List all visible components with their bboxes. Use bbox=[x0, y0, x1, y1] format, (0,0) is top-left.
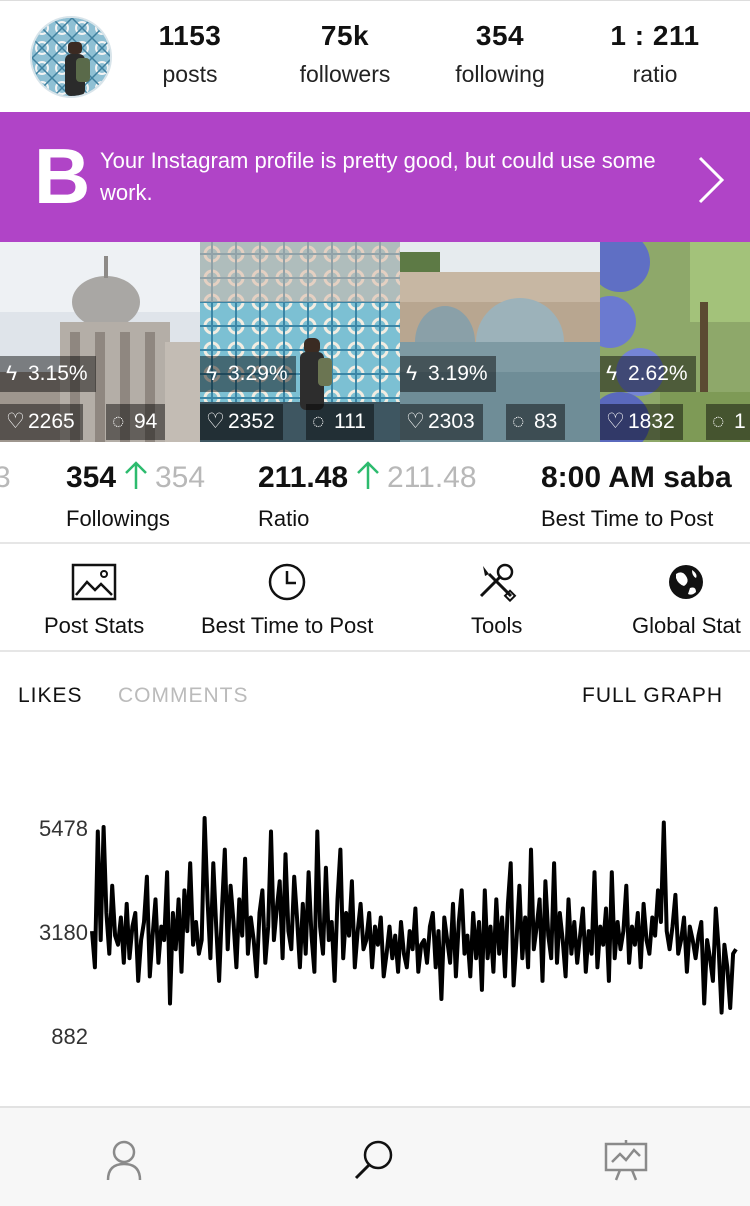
metric-label: Followings bbox=[66, 506, 170, 531]
metric-previous: 354 bbox=[154, 461, 206, 494]
post-stats-button[interactable]: Post Stats bbox=[44, 562, 144, 640]
bolt-icon: ϟ bbox=[6, 362, 18, 385]
tools-button[interactable]: Tools bbox=[471, 562, 522, 640]
likes-badge: ♡ 1832 bbox=[600, 404, 683, 440]
following-count: 354 bbox=[475, 20, 525, 51]
bolt-icon: ϟ bbox=[406, 362, 418, 385]
ratio-value: 1 : 211 bbox=[610, 20, 700, 51]
tab-comments[interactable]: COMMENTS bbox=[118, 678, 249, 714]
followers-count: 75k bbox=[320, 20, 370, 51]
best-time-to-post-button[interactable]: Best Time to Post bbox=[201, 562, 373, 640]
likes-count: 1832 bbox=[628, 410, 675, 433]
metric-followings[interactable]: 354 354 Followings bbox=[66, 460, 205, 533]
arrow-up-icon bbox=[356, 461, 379, 489]
heart-icon: ♡ bbox=[606, 410, 625, 433]
comments-count: 94 bbox=[134, 410, 158, 433]
likes-count: 2352 bbox=[228, 410, 275, 433]
likes-badge: ♡ 2303 bbox=[400, 404, 483, 440]
likes-badge: ♡ 2265 bbox=[0, 404, 83, 440]
comment-icon: ◌ bbox=[112, 410, 125, 433]
heart-icon: ♡ bbox=[406, 410, 425, 433]
globe-icon bbox=[669, 565, 704, 599]
heart-icon: ♡ bbox=[206, 410, 225, 433]
metric-previous: 211.48 bbox=[387, 461, 477, 494]
comments-badge: ◌ 94 bbox=[106, 404, 166, 440]
profile-grade-banner[interactable]: B Your Instagram profile is pretty good,… bbox=[0, 112, 750, 242]
bottom-navigation bbox=[0, 1106, 750, 1206]
heart-icon: ♡ bbox=[6, 410, 25, 433]
engagement-rate: 3.29% bbox=[228, 362, 288, 385]
tool-label: Global Stat bbox=[632, 613, 741, 638]
followers-stat: 75k followers bbox=[270, 19, 420, 89]
metric-label: Best Time to Post bbox=[541, 506, 714, 531]
following-stat: 354 following bbox=[425, 19, 575, 89]
graph-tabs: LIKES COMMENTS FULL GRAPH bbox=[0, 678, 750, 718]
wrench-screwdriver-icon bbox=[479, 563, 517, 602]
tools-row[interactable]: Post Stats Best Time to Post Tools Globa… bbox=[0, 544, 750, 652]
profile-icon[interactable] bbox=[102, 1138, 146, 1182]
metric-previous: 3 bbox=[0, 461, 11, 494]
engagement-rate: 2.62% bbox=[628, 362, 688, 385]
search-icon[interactable] bbox=[352, 1138, 396, 1182]
image-icon bbox=[71, 563, 117, 601]
post-thumbnail[interactable]: ϟ 2.62% ♡ 1832 ◌ 1 bbox=[600, 242, 750, 442]
presentation-chart-icon[interactable] bbox=[604, 1138, 648, 1182]
engagement-badge: ϟ 3.29% bbox=[200, 356, 296, 392]
metric-value: 354 bbox=[66, 461, 117, 494]
followers-label: followers bbox=[299, 61, 391, 87]
posts-stat: 1153 posts bbox=[115, 19, 265, 89]
full-graph-button[interactable]: FULL GRAPH bbox=[582, 678, 723, 714]
profile-header: 1153 posts 75k followers 354 following 1… bbox=[0, 0, 750, 112]
metric-ratio[interactable]: 211.48 211.48 Ratio bbox=[258, 460, 477, 533]
comments-badge: ◌ 111 bbox=[306, 404, 374, 440]
metric-label: Ratio bbox=[258, 506, 310, 531]
grade-message: Your Instagram profile is pretty good, b… bbox=[100, 148, 656, 205]
metric-value: 211.48 bbox=[258, 461, 349, 494]
clock-icon bbox=[268, 563, 306, 601]
likes-series-line bbox=[90, 816, 738, 1015]
following-label: following bbox=[455, 61, 545, 87]
tool-label: Tools bbox=[471, 613, 523, 638]
bolt-icon: ϟ bbox=[206, 362, 218, 385]
chevron-right-icon bbox=[698, 156, 725, 204]
post-thumbnail[interactable]: ϟ 3.15% ♡ 2265 ◌ 94 bbox=[0, 242, 200, 442]
likes-count: 2265 bbox=[28, 410, 75, 433]
ratio-label: ratio bbox=[632, 61, 678, 87]
comments-count: 1 bbox=[734, 410, 746, 433]
metric-best-time[interactable]: 8:00 AM saba Best Time to Post bbox=[541, 460, 732, 533]
profile-avatar[interactable] bbox=[30, 16, 112, 98]
comment-icon: ◌ bbox=[312, 410, 325, 433]
tool-label: Post Stats bbox=[44, 613, 145, 638]
comments-badge: ◌ 83 bbox=[506, 404, 566, 440]
likes-count: 2303 bbox=[428, 410, 475, 433]
post-thumbnail[interactable]: ϟ 3.29% ♡ 2352 ◌ 111 bbox=[200, 242, 400, 442]
metric-cutoff: 3 bbox=[0, 460, 11, 496]
post-thumbnail[interactable]: ϟ 3.19% ♡ 2303 ◌ 83 bbox=[400, 242, 600, 442]
comment-icon: ◌ bbox=[712, 410, 725, 433]
likes-graph[interactable]: 5478 3180 882 bbox=[0, 790, 750, 1090]
comment-icon: ◌ bbox=[512, 410, 525, 433]
engagement-badge: ϟ 2.62% bbox=[600, 356, 696, 392]
bolt-icon: ϟ bbox=[606, 362, 618, 385]
comments-count: 111 bbox=[334, 410, 366, 433]
likes-line-chart bbox=[90, 816, 738, 1015]
likes-badge: ♡ 2352 bbox=[200, 404, 283, 440]
tab-likes[interactable]: LIKES bbox=[18, 678, 83, 714]
engagement-rate: 3.19% bbox=[428, 362, 488, 385]
engagement-badge: ϟ 3.19% bbox=[400, 356, 496, 392]
tool-label: Best Time to Post bbox=[201, 613, 374, 638]
metric-value: 8:00 AM saba bbox=[541, 461, 732, 494]
posts-label: posts bbox=[162, 61, 218, 87]
posts-count: 1153 bbox=[158, 20, 222, 51]
profile-grade: B bbox=[34, 132, 91, 220]
comments-count: 83 bbox=[534, 410, 558, 433]
global-stats-button[interactable]: Global Stat bbox=[632, 562, 741, 640]
recent-posts-strip[interactable]: ϟ3.15% ♡2265 ◌94 ϟ3.29% ♡2352 ◌111 bbox=[0, 242, 750, 442]
comments-badge: ◌ 1 bbox=[706, 404, 750, 440]
arrow-up-icon bbox=[124, 461, 147, 489]
engagement-rate: 3.15% bbox=[28, 362, 88, 385]
growth-metrics-row[interactable]: 3 354 354 Followings 211.48 211.48 Ratio… bbox=[0, 442, 750, 544]
ratio-stat: 1 : 211 ratio bbox=[580, 19, 730, 89]
engagement-badge: ϟ 3.15% bbox=[0, 356, 96, 392]
